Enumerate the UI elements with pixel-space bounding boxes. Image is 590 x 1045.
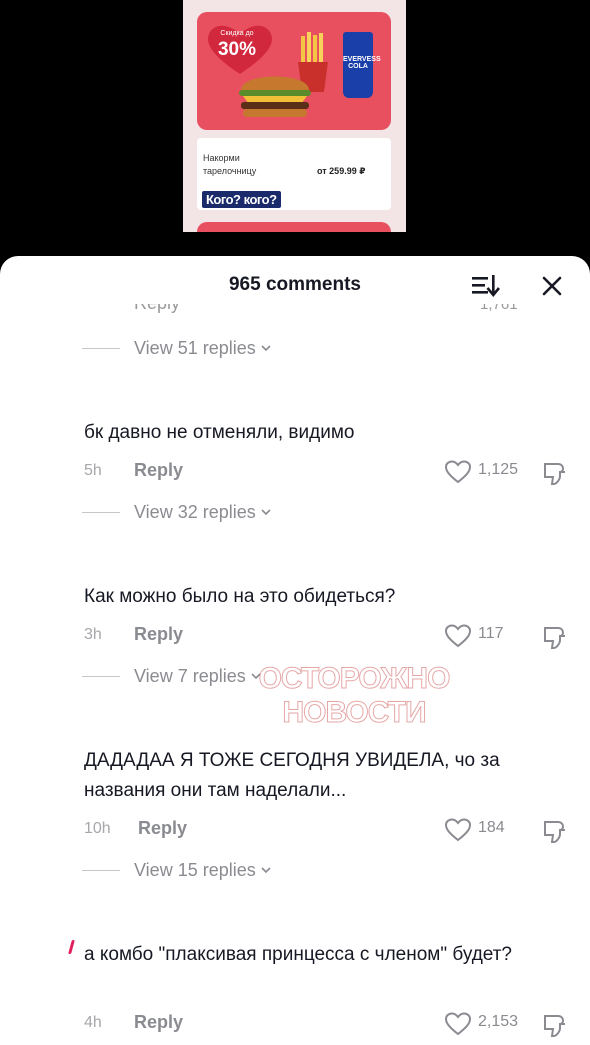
burger-icon [239,76,311,117]
comment-time: 3h [84,626,102,643]
divider [82,347,120,349]
view-replies-label: View 7 replies [134,665,246,686]
dislike-icon[interactable] [540,818,568,846]
like-button[interactable]: 1,125 [444,458,524,486]
chevron-down-icon [261,345,271,352]
heart-icon [444,460,472,484]
heart-icon [444,818,472,842]
comment-meta: 5h Reply 1,125 [84,460,584,486]
comment-time: 4h [84,1014,102,1031]
view-replies-button[interactable]: View 15 replies [82,858,272,882]
cut-like-count: 1,761 [480,304,518,313]
view-replies-button[interactable]: View 51 replies [82,336,272,360]
comment-time: 10h [84,820,111,837]
reply-button[interactable]: Reply [134,624,183,645]
comment-meta: 4h Reply 2,153 [84,1012,584,1038]
comment-time: 5h [84,462,102,479]
promo-card: Скидка до 30% EVERVESS COLA [197,12,391,130]
chevron-down-icon [261,867,271,874]
view-replies-label: View 15 replies [134,859,256,880]
comment-meta: 3h Reply 117 [84,624,584,650]
heart-icon [444,624,472,648]
promo-screenshot: Скидка до 30% EVERVESS COLA Накорми таре… [183,0,406,232]
reply-button[interactable]: Reply [134,1012,183,1033]
reply-button[interactable]: Reply [134,460,183,481]
dislike-icon[interactable] [540,460,568,488]
close-icon[interactable] [538,272,566,300]
discount-value: 30% [217,39,257,60]
view-replies-button[interactable]: View 32 replies [82,500,272,524]
watermark-line-2: НОВОСТИ [282,696,427,730]
like-count: 2,153 [478,1013,519,1030]
drink-cup: EVERVESS COLA [343,32,381,98]
view-replies-button[interactable]: View 7 replies [82,664,262,688]
promo-price: от 259.99 ₽ [317,166,366,176]
chevron-down-icon [261,509,271,516]
discount-label: Скидка до [220,30,254,37]
video-background[interactable]: Скидка до 30% EVERVESS COLA Накорми таре… [0,0,590,256]
like-count: 184 [478,819,505,836]
divider [82,675,120,677]
view-replies-label: View 51 replies [134,337,256,358]
cup-label: EVERVESS COLA [343,56,381,70]
comment-text: бк давно не отменяли, видимо [84,422,355,443]
like-count: 1,125 [478,461,519,478]
like-button[interactable]: 184 [444,816,524,844]
dislike-icon[interactable] [540,1012,568,1040]
heart-icon [444,1012,472,1036]
comment-text: а комбо "плаксивая принцесса с членом" б… [84,944,513,965]
divider [82,511,120,513]
scrolled-comment-meta: Reply 1,761 [0,304,590,322]
comment-meta: 10h Reply 184 [84,818,584,844]
like-button[interactable]: 2,153 [444,1010,524,1038]
watermark-line-1: ОСТОРОЖНО [258,662,451,696]
chevron-down-icon [251,673,261,680]
avatar[interactable] [68,940,75,954]
promo-name: Накорми тарелочницу [203,153,257,176]
comment-text: ДАДАДАА Я ТОЖЕ СЕГОДНЯ УВИДЕЛА, чо за на… [84,750,500,801]
view-replies-label: View 32 replies [134,501,256,522]
comments-sheet: 965 comments Reply 1,761 View 51 replies… [0,256,590,1045]
watermark: ОСТОРОЖНО НОВОСТИ [246,662,462,734]
comments-count-title: 965 comments [228,274,361,295]
dislike-icon[interactable] [540,624,568,652]
video-caption: Кого? кого? [201,190,282,209]
reply-button[interactable]: Reply [138,818,187,839]
next-promo-card [197,222,391,232]
like-button[interactable]: 117 [444,622,524,650]
sort-icon[interactable] [470,272,500,298]
divider [82,869,120,871]
cut-reply: Reply [134,304,180,314]
like-count: 117 [478,625,504,642]
comment-text: Как можно было на это обидеться? [84,586,396,607]
